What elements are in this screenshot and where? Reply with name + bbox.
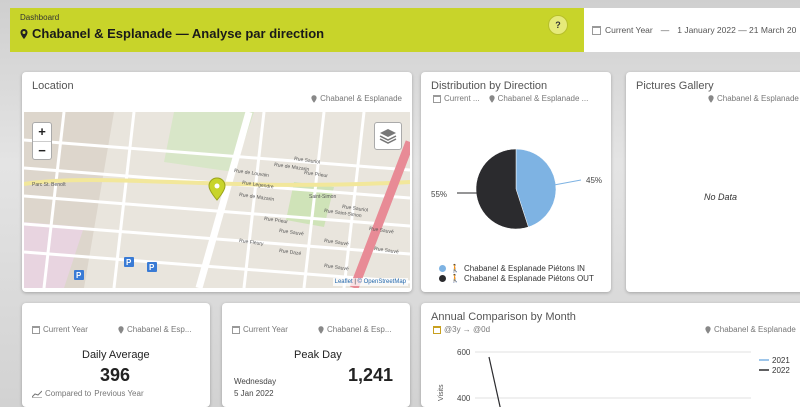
- peak-day-date: 5 Jan 2022: [234, 389, 274, 398]
- calendar-icon: [592, 25, 601, 35]
- location-pin-icon: [318, 325, 324, 334]
- daily-average-site: Chabanel & Esp...: [118, 325, 191, 334]
- gallery-card-title: Pictures Gallery: [636, 80, 714, 92]
- distribution-period: Current ...: [444, 94, 480, 103]
- help-button[interactable]: ?: [548, 15, 568, 35]
- location-card-title: Location: [32, 80, 74, 92]
- date-range-label: Current Year: [605, 25, 653, 35]
- location-pin-icon: [20, 28, 28, 39]
- peak-day-weekday: Wednesday: [234, 377, 277, 386]
- location-pin-icon: [708, 94, 714, 103]
- annual-card-site: Chabanel & Esplanade: [705, 325, 796, 334]
- svg-text:P: P: [149, 263, 155, 272]
- calendar-icon: [32, 325, 40, 334]
- series-2022-line: [488, 356, 501, 407]
- comparison-period: Previous Year: [94, 389, 144, 398]
- daily-average-label: Daily Average: [82, 349, 150, 361]
- location-card-site: Chabanel & Esplanade: [311, 94, 402, 103]
- walker-icon: 🚶: [450, 274, 460, 283]
- attribution-separator: |: [354, 279, 356, 285]
- date-range-value: 1 January 2022 — 21 March 20: [677, 25, 797, 35]
- osm-link[interactable]: © OpenStreetMap: [358, 279, 406, 285]
- pie-leader-in: [553, 179, 582, 186]
- gallery-site-text: Chabanel & Esplanade: [717, 94, 799, 103]
- legend-label-2021: 2021: [772, 356, 790, 365]
- peak-day-value: 1,241: [348, 365, 394, 385]
- date-separator: —: [660, 25, 670, 35]
- daily-average-value: 396: [100, 365, 131, 385]
- legend-swatch-out: [439, 275, 446, 282]
- annual-comparison-card: Annual Comparison by Month @3y → @0d Cha…: [421, 303, 800, 407]
- svg-text:P: P: [76, 271, 82, 280]
- y-tick-label: 600: [457, 348, 471, 357]
- header-bar: Dashboard Chabanel & Esplanade — Analyse…: [10, 8, 800, 52]
- legend-item-in[interactable]: 🚶 Chabanel & Esplanade Piétons IN: [439, 264, 585, 273]
- zoom-out-button[interactable]: −: [33, 141, 51, 159]
- annual-card-title: Annual Comparison by Month: [431, 311, 576, 323]
- legend-label-out: Chabanel & Esplanade Piétons OUT: [463, 274, 594, 283]
- distribution-card: Distribution by Direction Current ... Ch…: [421, 72, 611, 292]
- location-pin-icon: [311, 94, 317, 103]
- page-title-text: Chabanel & Esplanade — Analyse par direc…: [32, 26, 325, 41]
- peak-day-label: Peak Day: [294, 349, 342, 361]
- map-tiles: PPP Rue de Louvain Rue Legendre Rue de M…: [24, 112, 410, 288]
- distribution-card-title: Distribution by Direction: [431, 80, 548, 92]
- peak-day-card: Current Year Chabanel & Esp... Peak Day …: [222, 303, 410, 407]
- legend-label-in: Chabanel & Esplanade Piétons IN: [463, 264, 585, 273]
- comparison-prefix: Compared to: [45, 389, 92, 398]
- y-axis-label: Visits: [438, 384, 445, 401]
- walker-icon: 🚶: [450, 264, 460, 273]
- peak-day-period-text: Current Year: [243, 325, 288, 334]
- gallery-card-site: Chabanel & Esplanade: [708, 94, 799, 103]
- peak-day-period: Current Year: [232, 325, 288, 334]
- daily-average-card: Current Year Chabanel & Esp... Daily Ave…: [22, 303, 210, 407]
- zoom-in-button[interactable]: +: [33, 123, 51, 141]
- legend-item-out[interactable]: 🚶 Chabanel & Esplanade Piétons OUT: [439, 274, 594, 283]
- daily-average-comparison: Compared to Previous Year: [32, 389, 144, 398]
- annual-range-text: @3y → @0d: [444, 325, 491, 334]
- pie-label-out: 55%: [431, 190, 448, 199]
- street-label: Parc St. Benoît: [32, 182, 66, 188]
- legend-label-2022: 2022: [772, 366, 790, 375]
- pie-label-in: 45%: [586, 176, 603, 185]
- annual-line-chart[interactable]: 600 400 Visits 2021 2022: [421, 339, 800, 407]
- daily-average-site-text: Chabanel & Esp...: [127, 325, 192, 334]
- annual-card-range: @3y → @0d: [433, 325, 490, 334]
- location-card-site-text: Chabanel & Esplanade: [320, 94, 402, 103]
- gallery-empty-message: No Data: [704, 192, 738, 202]
- calendar-icon: [232, 325, 240, 334]
- map[interactable]: PPP Rue de Louvain Rue Legendre Rue de M…: [24, 112, 410, 288]
- peak-day-site: Chabanel & Esp...: [318, 325, 391, 334]
- daily-average-period: Current Year: [32, 325, 88, 334]
- legend-swatch-in: [439, 265, 446, 272]
- layers-icon: [379, 129, 397, 144]
- layers-button[interactable]: [374, 122, 402, 150]
- gallery-card: Pictures Gallery Chabanel & Esplanade No…: [626, 72, 800, 292]
- y-tick-label: 400: [457, 394, 471, 403]
- calendar-icon: [433, 94, 441, 103]
- daily-average-period-text: Current Year: [43, 325, 88, 334]
- map-zoom-control: + −: [32, 122, 52, 160]
- svg-text:P: P: [126, 258, 132, 267]
- date-range-picker[interactable]: Current Year — 1 January 2022 — 21 March…: [584, 8, 800, 52]
- leaflet-link[interactable]: Leaflet: [335, 279, 353, 285]
- distribution-site: Chabanel & Esplanade ...: [497, 94, 589, 103]
- location-card: Location Chabanel & Esplanade P P P Rue …: [22, 72, 412, 292]
- annual-site-text: Chabanel & Esplanade: [714, 325, 796, 334]
- trend-chart-icon: [32, 390, 42, 398]
- map-attribution: Leaflet | © OpenStreetMap: [332, 278, 408, 286]
- street-label: Saint-Simon: [309, 194, 336, 200]
- location-pin-icon: [118, 325, 124, 334]
- calendar-icon: [433, 325, 441, 334]
- page-title: Chabanel & Esplanade — Analyse par direc…: [20, 26, 324, 41]
- location-pin-icon: [705, 325, 711, 334]
- pie-chart[interactable]: [421, 127, 611, 267]
- location-pin-icon: [488, 94, 495, 103]
- peak-day-site-text: Chabanel & Esp...: [327, 325, 392, 334]
- breadcrumb[interactable]: Dashboard: [20, 13, 59, 22]
- distribution-card-meta: Current ... Chabanel & Esplanade ...: [433, 94, 588, 103]
